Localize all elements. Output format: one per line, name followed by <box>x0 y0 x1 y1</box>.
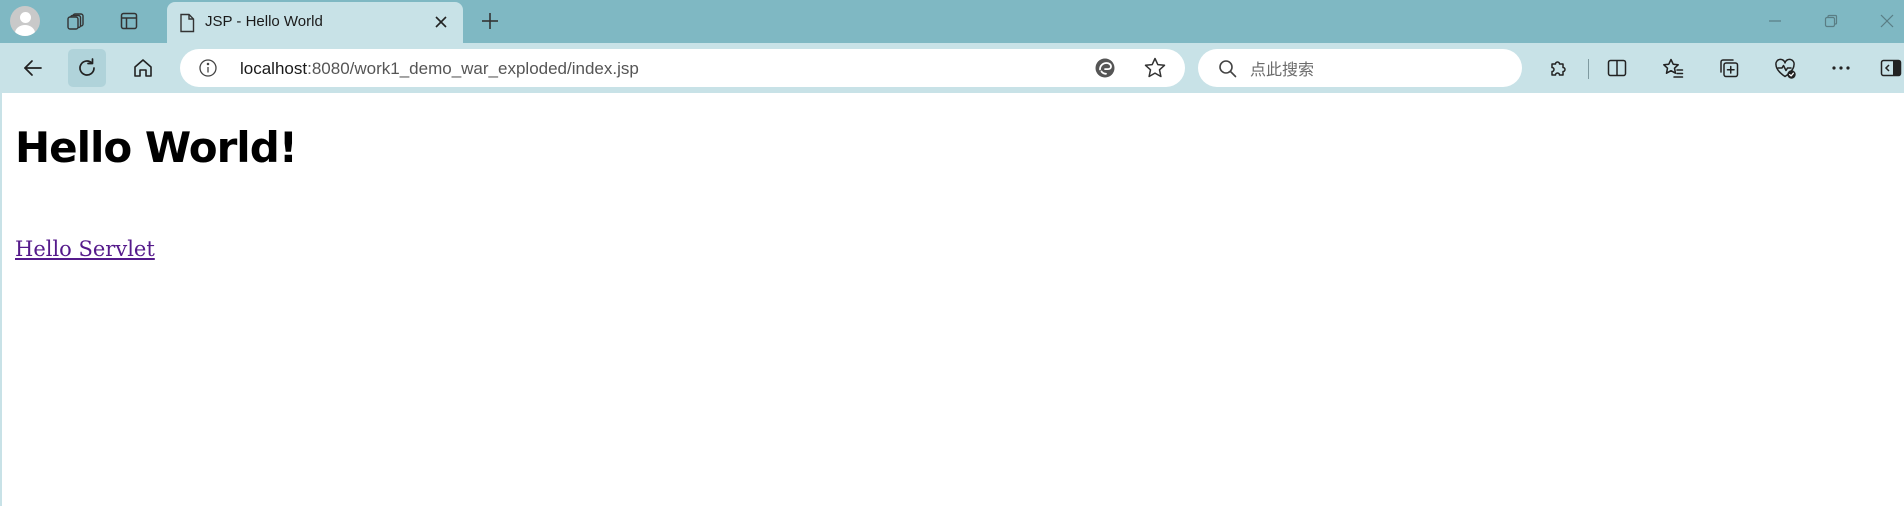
url-host: localhost <box>240 59 308 78</box>
collections-icon[interactable] <box>1710 49 1748 87</box>
minimize-icon[interactable] <box>1758 6 1792 36</box>
star-icon[interactable] <box>1143 56 1167 80</box>
search-input[interactable] <box>1248 54 1502 84</box>
info-icon[interactable] <box>198 58 218 78</box>
restore-icon[interactable] <box>1814 6 1848 36</box>
browser-window: JSP - Hello World localhost:8080/work1_d… <box>0 0 1904 506</box>
search-icon <box>1218 59 1237 78</box>
browser-essentials-icon[interactable] <box>1766 49 1804 87</box>
close-icon[interactable] <box>429 10 453 34</box>
search-box[interactable] <box>1198 49 1522 87</box>
read-aloud-icon[interactable] <box>1093 56 1117 80</box>
url-path: :8080/work1_demo_war_exploded/index.jsp <box>307 59 639 78</box>
vertical-tabs-icon[interactable] <box>112 5 146 37</box>
plus-icon[interactable] <box>474 5 506 37</box>
tab-title: JSP - Hello World <box>205 13 323 30</box>
profile-avatar-icon[interactable] <box>10 6 40 36</box>
refresh-icon[interactable] <box>68 49 106 87</box>
back-arrow-icon[interactable] <box>14 49 52 87</box>
home-icon[interactable] <box>124 49 162 87</box>
hello-servlet-link[interactable]: Hello Servlet <box>15 237 155 261</box>
favorites-icon[interactable] <box>1654 49 1692 87</box>
window-close-icon[interactable] <box>1870 6 1904 36</box>
tab-jsp-hello-world[interactable]: JSP - Hello World <box>167 2 463 43</box>
toolbar-divider <box>1588 59 1589 79</box>
toolbar: localhost:8080/work1_demo_war_exploded/i… <box>0 43 1904 93</box>
page-viewport: Hello World! Hello Servlet <box>0 93 1904 506</box>
sidebar-icon[interactable] <box>1872 49 1904 87</box>
document-icon <box>179 13 195 33</box>
tab-strip: JSP - Hello World <box>0 0 1904 43</box>
more-icon[interactable] <box>1822 49 1860 87</box>
extensions-icon[interactable] <box>1540 49 1578 87</box>
split-screen-icon[interactable] <box>1598 49 1636 87</box>
address-bar[interactable]: localhost:8080/work1_demo_war_exploded/i… <box>180 49 1185 87</box>
page-heading: Hello World! <box>15 123 298 172</box>
workspaces-icon[interactable] <box>59 5 93 37</box>
url-text[interactable]: localhost:8080/work1_demo_war_exploded/i… <box>240 59 639 79</box>
